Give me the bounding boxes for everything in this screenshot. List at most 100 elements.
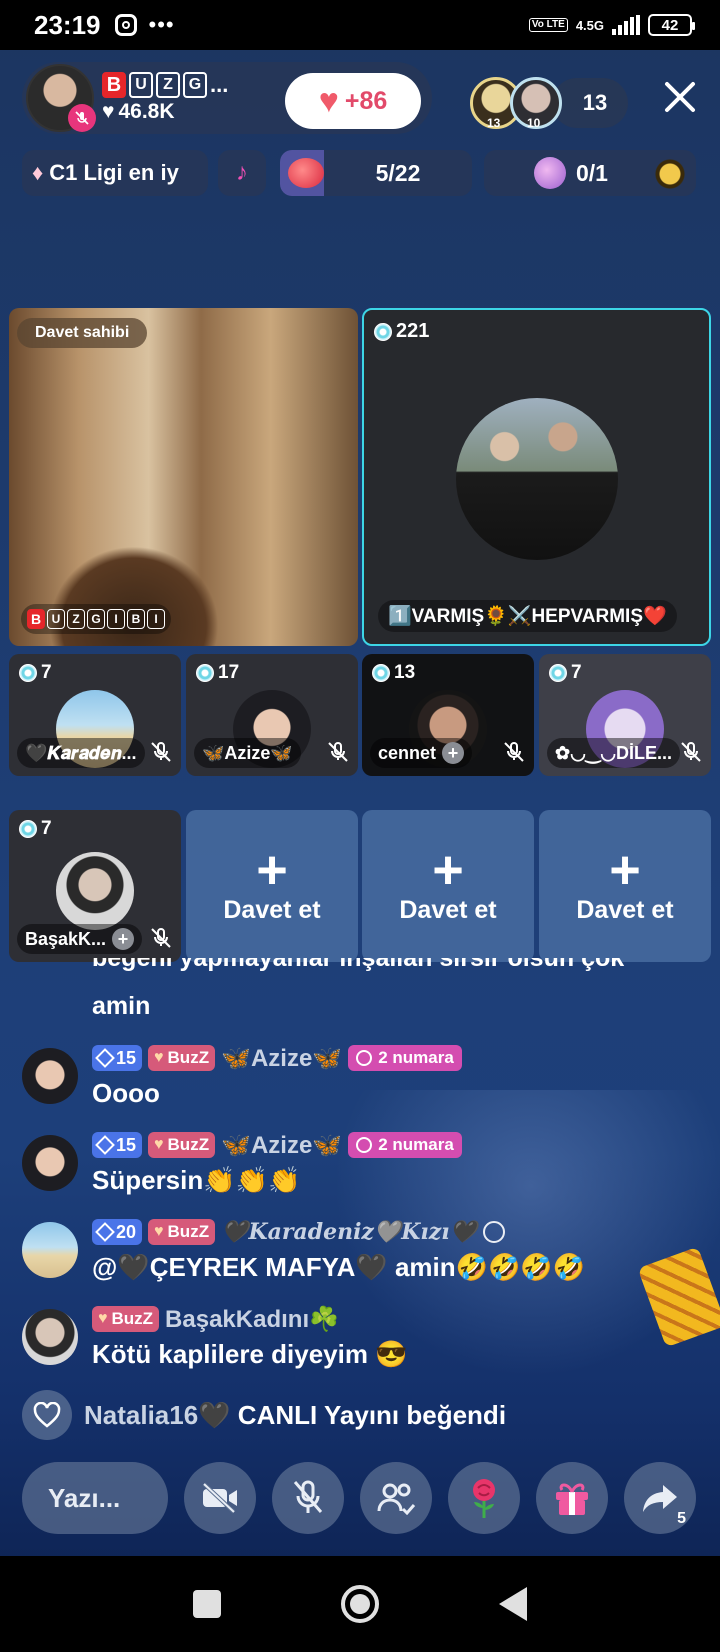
gift-button[interactable] xyxy=(536,1462,608,1534)
camera-off-icon xyxy=(202,1482,237,1514)
mic-off-icon xyxy=(681,742,701,762)
guest-tile[interactable]: 7 BaşakK... + xyxy=(9,810,181,962)
viewer-avatar[interactable]: 10 xyxy=(510,77,562,130)
likes-delta: +86 xyxy=(344,86,388,115)
treasure-box-icon xyxy=(534,157,566,189)
fan-club-name: BuzZ xyxy=(167,1222,210,1241)
user-name[interactable]: BaşakKadını☘️ xyxy=(165,1305,339,1334)
mic-toggle-button[interactable] xyxy=(272,1462,344,1534)
invite-slot[interactable]: + Davet et xyxy=(186,810,358,962)
user-avatar[interactable] xyxy=(22,1309,78,1365)
invite-label: Davet et xyxy=(223,895,321,924)
goal-gift-icon xyxy=(288,158,324,188)
message-text: @🖤ÇEYREK MAFYA🖤 amin🤣🤣🤣🤣 xyxy=(92,1252,586,1282)
guest-name: 1️⃣VARMIŞ🌻⚔️HEPVARMIŞ❤️ xyxy=(378,600,677,632)
heart-icon: ♥ xyxy=(154,1136,164,1153)
coin-badge: 221 xyxy=(374,320,429,343)
guests-button[interactable] xyxy=(360,1462,432,1534)
level-badge: 20 xyxy=(92,1219,143,1245)
guest-avatar xyxy=(56,852,134,930)
fan-club-badge: ♥ BuzZ xyxy=(92,1306,160,1332)
guest-name-text: 🖤𝑲𝒂𝒓𝒂𝒅𝒆𝒏... xyxy=(25,742,137,763)
chat-feed[interactable]: beğeni yapmayanlar inşallah sirsir olsun… xyxy=(0,958,720,1378)
mic-off-icon xyxy=(328,742,348,762)
coin-icon xyxy=(372,664,390,682)
user-avatar[interactable] xyxy=(22,1048,78,1104)
host-tile-letter: I xyxy=(147,609,165,629)
liked-user-name[interactable]: Natalia16🖤 xyxy=(84,1400,231,1430)
guest-name: ✿◡‿◡DİLE... xyxy=(547,738,680,768)
guest-tile[interactable]: 13 cennet + xyxy=(362,654,534,776)
user-avatar[interactable] xyxy=(22,1222,78,1278)
host-info: B U Z G ... ♥ 46.8K xyxy=(102,72,228,124)
invite-slot[interactable]: + Davet et xyxy=(539,810,711,962)
goal-progress-text: 5/22 xyxy=(375,159,421,186)
bottom-toolbar: Yazı... 5 xyxy=(0,1460,720,1536)
top-viewers[interactable]: 13 10 13 xyxy=(470,76,628,130)
league-pill[interactable]: ♦ C1 Ligi en iy xyxy=(22,150,208,196)
more-notifications-icon: ••• xyxy=(148,12,175,37)
heart-icon: ♥ xyxy=(154,1223,164,1240)
viewer-count[interactable]: 13 xyxy=(552,78,628,128)
coin-badge: 17 xyxy=(196,662,239,684)
fan-club-badge: ♥ BuzZ xyxy=(148,1219,216,1245)
music-button[interactable]: ♪ xyxy=(218,150,266,196)
goal-pill[interactable]: 5/22 xyxy=(280,150,472,196)
host-name-ellipsis: ... xyxy=(210,72,229,97)
host-avatar[interactable] xyxy=(26,64,96,132)
coin-count: 221 xyxy=(396,320,430,342)
invite-slot[interactable]: + Davet et xyxy=(362,810,534,962)
host-video-tile[interactable]: Davet sahibi B U Z G I B I xyxy=(9,308,358,646)
user-name[interactable]: 🦋Azize🦋 xyxy=(221,1131,342,1160)
heart-outline-icon[interactable] xyxy=(22,1390,72,1440)
follow-plus-icon[interactable]: + xyxy=(442,742,465,764)
user-name[interactable]: 🦋Azize🦋 xyxy=(221,1044,342,1073)
host-tile-name: B U Z G I B I xyxy=(21,604,171,634)
mic-off-badge-icon xyxy=(68,104,96,132)
guest-name-text: 🦋Azize🦋 xyxy=(202,742,293,763)
rose-gift-button[interactable] xyxy=(448,1462,520,1534)
comment-input[interactable]: Yazı... xyxy=(22,1462,168,1534)
camera-toggle-button[interactable] xyxy=(184,1462,256,1534)
music-note-icon: ♪ xyxy=(236,159,248,186)
box-progress-text: 0/1 xyxy=(576,159,608,186)
add-icon: + xyxy=(256,839,288,900)
user-avatar[interactable] xyxy=(22,1135,78,1191)
coin-icon xyxy=(549,664,567,682)
guest-avatar xyxy=(456,398,618,560)
guest-tile[interactable]: 7 🖤𝑲𝒂𝒓𝒂𝒅𝒆𝒏... xyxy=(9,654,181,776)
like-counter-button[interactable]: ♥ +86 xyxy=(285,73,421,129)
guest-tile[interactable]: 7 ✿◡‿◡DİLE... xyxy=(539,654,711,776)
network-type: 4.5G xyxy=(575,17,604,33)
host-likes: ♥ 46.8K xyxy=(102,100,228,124)
signal-icon xyxy=(612,15,640,35)
coin-badge: 7 xyxy=(19,662,52,684)
guest-name: cennet + xyxy=(370,738,473,768)
back-button[interactable] xyxy=(499,1587,527,1621)
rose-icon xyxy=(473,1479,495,1518)
follow-plus-icon[interactable]: + xyxy=(112,928,135,950)
treasure-box-pill[interactable]: 0/1 xyxy=(484,150,696,196)
close-button[interactable] xyxy=(660,80,700,120)
home-button[interactable] xyxy=(341,1585,379,1623)
diamond-icon: ♦ xyxy=(32,160,44,185)
heart-icon: ♥ xyxy=(98,1310,108,1327)
share-button[interactable]: 5 xyxy=(624,1462,696,1534)
user-name[interactable]: 🖤Karadeniz🩶Kızı🖤 xyxy=(221,1219,477,1245)
status-right: Vo LTE 4.5G 42 xyxy=(528,14,695,36)
host-tile-letter: Z xyxy=(67,609,85,629)
coin-badge: 13 xyxy=(372,662,415,684)
rank-text: 2 numara xyxy=(378,1048,454,1067)
guest-tile-main[interactable]: 221 1️⃣VARMIŞ🌻⚔️HEPVARMIŞ❤️ xyxy=(362,308,711,646)
close-icon xyxy=(665,82,695,112)
heart-icon: ♥ xyxy=(102,100,115,123)
host-label: Davet sahibi xyxy=(17,318,148,348)
host-likes-count: 46.8K xyxy=(118,100,175,123)
fan-club-name: BuzZ xyxy=(167,1048,210,1067)
share-icon xyxy=(643,1485,677,1512)
fan-club-name: BuzZ xyxy=(167,1135,210,1154)
coin-count: 7 xyxy=(571,662,582,683)
host-tile-letter: U xyxy=(47,609,65,629)
guest-tile[interactable]: 17 🦋Azize🦋 xyxy=(186,654,358,776)
recents-button[interactable] xyxy=(193,1590,221,1618)
